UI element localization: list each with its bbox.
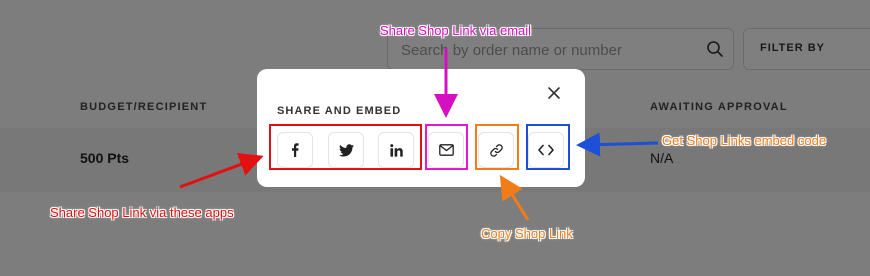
callout-copy-link: Copy Shop Link — [481, 226, 573, 241]
annotation-box-apps — [269, 124, 422, 170]
callout-share-apps: Share Shop Link via these apps — [50, 205, 234, 220]
callout-embed-code: Get Shop Links embed code — [662, 133, 827, 148]
modal-title: SHARE AND EMBED — [277, 105, 402, 117]
callout-share-email: Share Shop Link via email — [380, 23, 532, 38]
annotation-box-embed — [526, 124, 570, 170]
annotation-box-email — [425, 124, 468, 170]
close-icon[interactable] — [547, 86, 561, 100]
annotation-box-copy — [475, 124, 519, 170]
